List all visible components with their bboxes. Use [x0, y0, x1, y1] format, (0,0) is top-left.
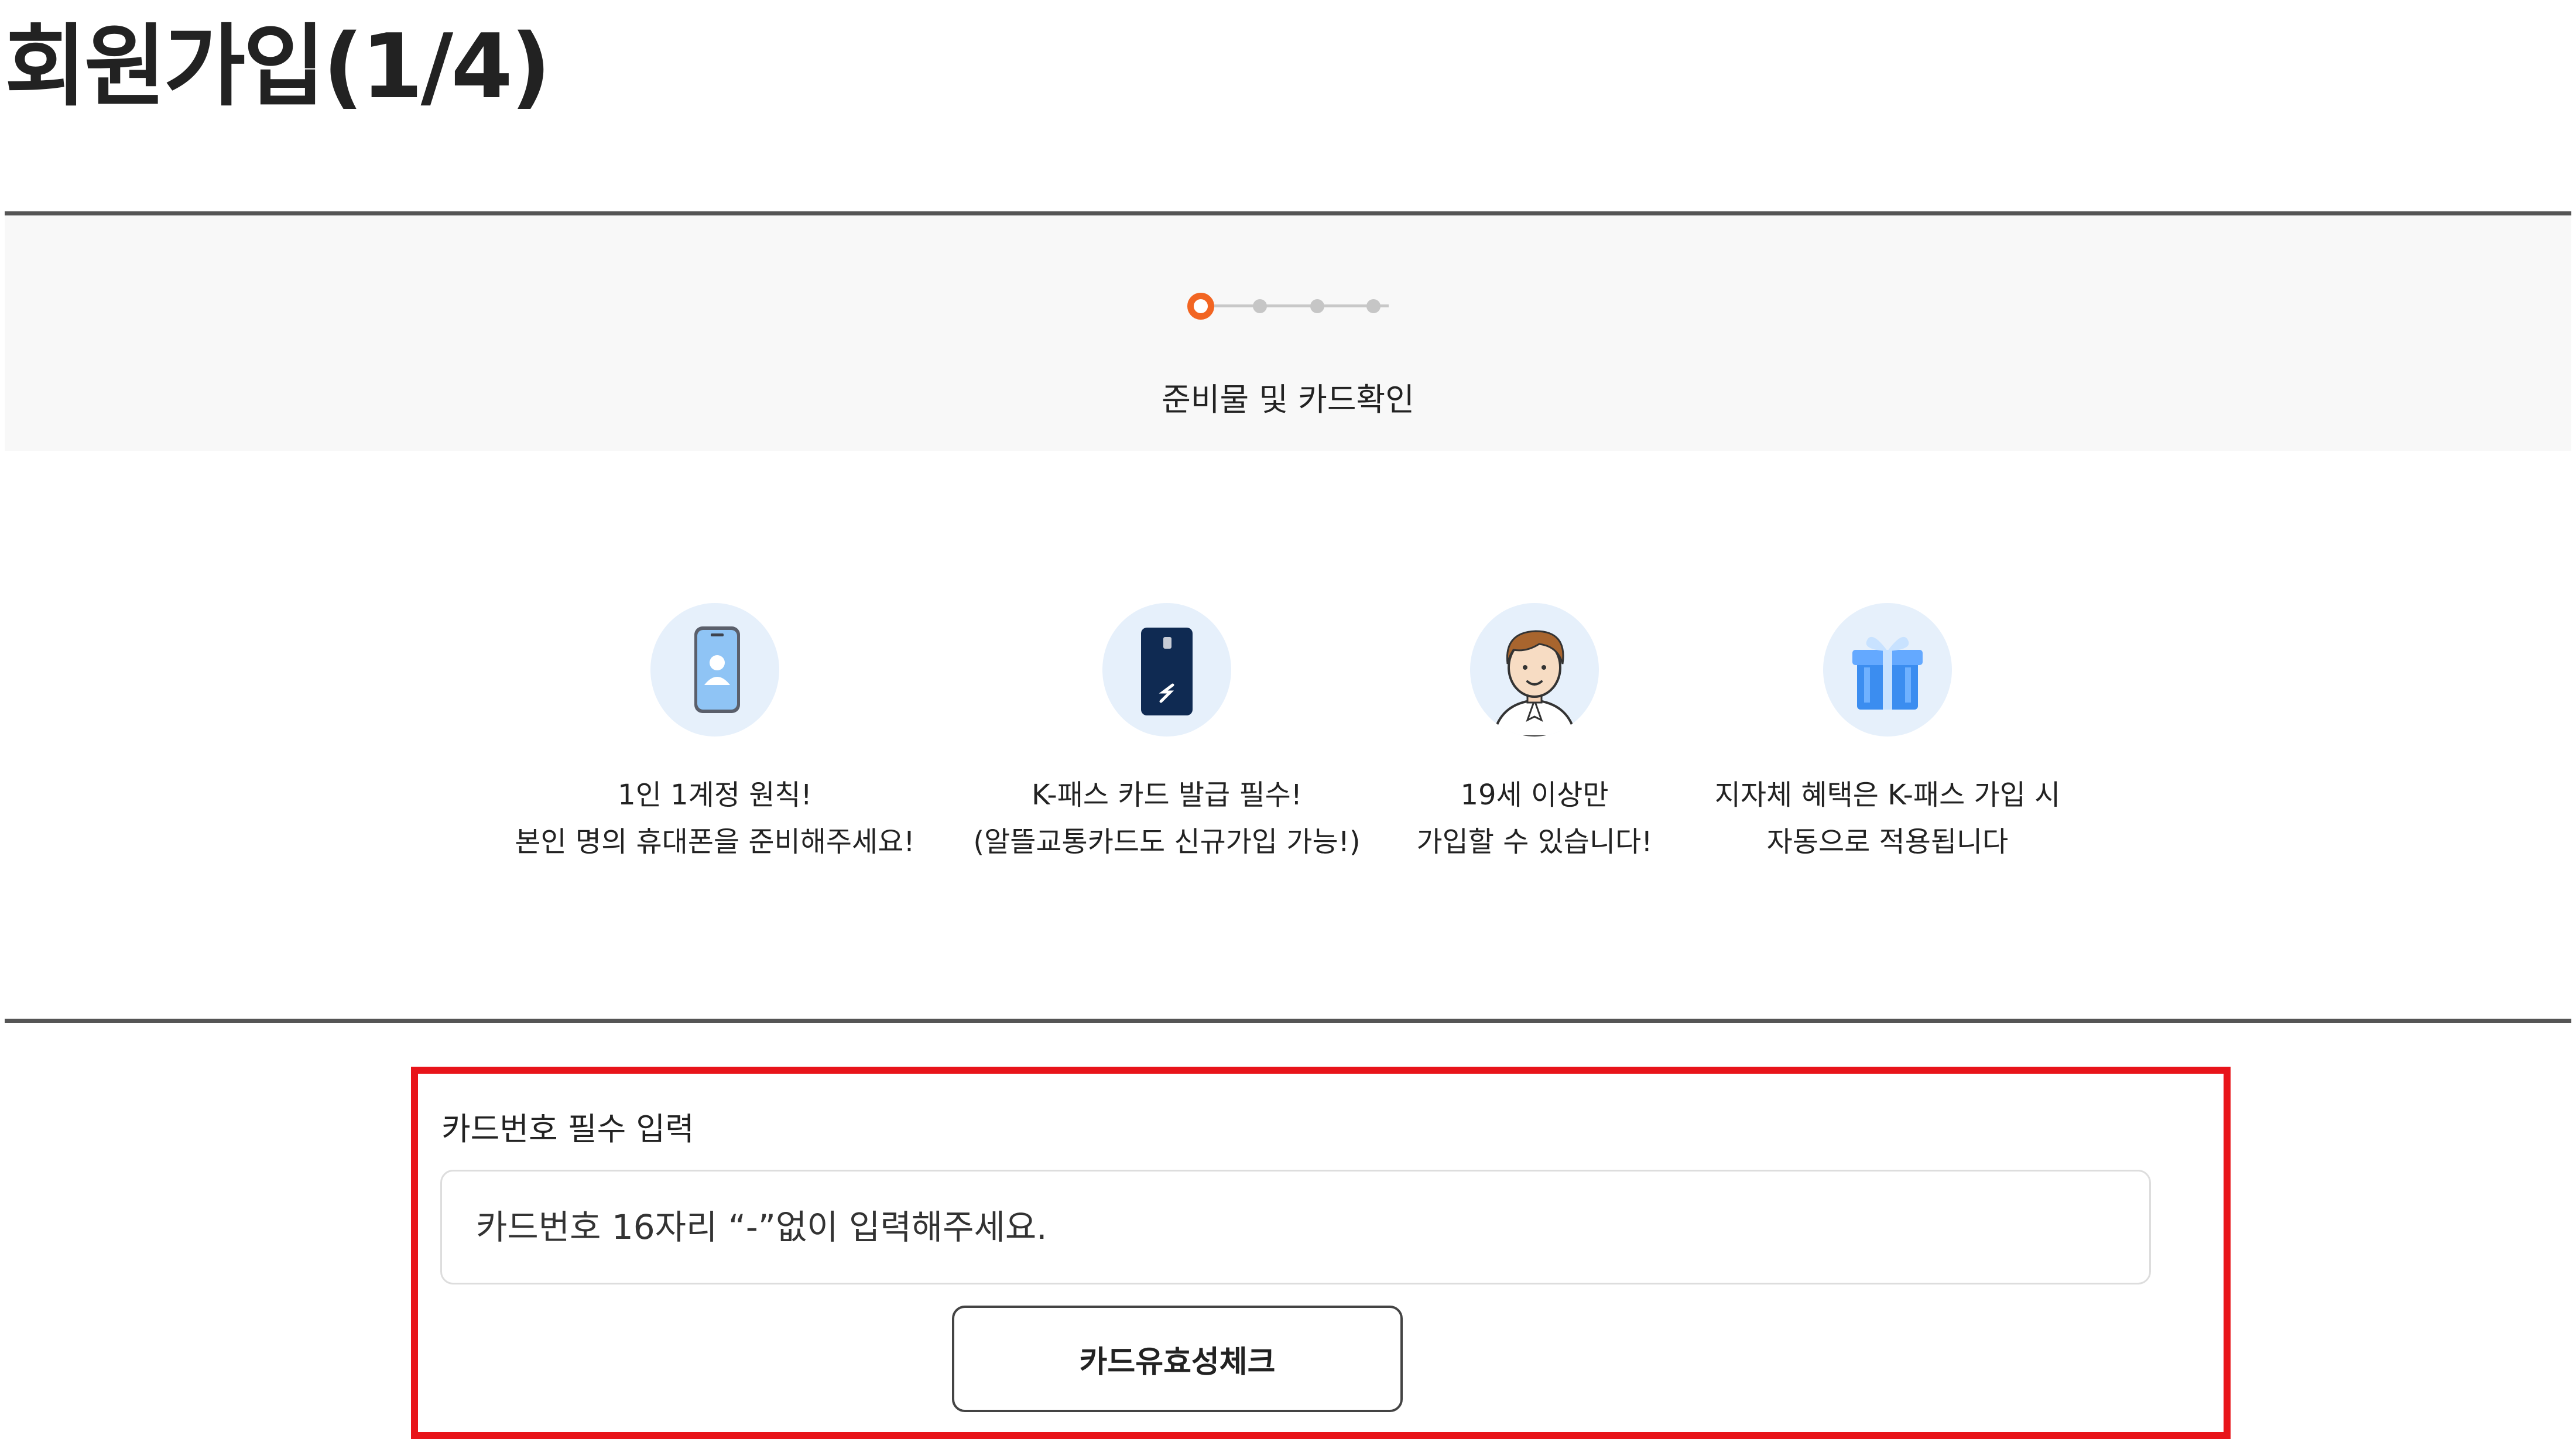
feature-text: 지자체 혜택은 K-패스 가입 시 자동으로 적용됩니다	[1677, 772, 2098, 865]
gift-box-icon	[1823, 603, 1952, 737]
step-dot	[1366, 299, 1381, 313]
smartphone-user-icon	[650, 603, 779, 737]
feature-text: K-패스 카드 발급 필수! (알뜰교통카드도 신규가입 가능!)	[956, 772, 1378, 865]
card-number-label: 카드번호 필수 입력	[441, 1111, 694, 1147]
feature-text: 1인 1계정 원칙! 본인 명의 휴대폰을 준비해주세요!	[504, 772, 926, 865]
step-connector	[1213, 304, 1389, 307]
feature-line: (알뜰교통카드도 신규가입 가능!)	[973, 825, 1361, 858]
card-number-form: 카드번호 필수 입력 카드유효성체크	[411, 1067, 2231, 1439]
k-pass-card-icon	[1102, 603, 1231, 737]
feature-line: 1인 1계정 원칙!	[618, 779, 812, 811]
adult-person-icon	[1470, 603, 1599, 737]
signup-page: 회원가입(1/4) 준비물 및 카드확인 1인 1계정 원칙! 본인 명의 휴대…	[0, 0, 2576, 1449]
title-divider	[5, 211, 2571, 215]
step-indicator	[1187, 292, 1389, 321]
feature-line: 지자체 혜택은 K-패스 가입 시	[1714, 779, 2061, 811]
step-dot	[1310, 299, 1324, 313]
section-divider	[5, 1019, 2571, 1023]
step-dot	[1253, 299, 1267, 313]
card-number-input[interactable]	[440, 1170, 2151, 1284]
feature-item: 1인 1계정 원칙! 본인 명의 휴대폰을 준비해주세요!	[504, 603, 926, 865]
step-label: 준비물 및 카드확인	[1162, 381, 1414, 418]
feature-line: 본인 명의 휴대폰을 준비해주세요!	[515, 825, 915, 858]
page-title: 회원가입(1/4)	[5, 15, 551, 118]
card-validity-check-button[interactable]: 카드유효성체크	[952, 1306, 1403, 1412]
feature-line: K-패스 카드 발급 필수!	[1031, 779, 1303, 811]
feature-item: K-패스 카드 발급 필수! (알뜰교통카드도 신규가입 가능!)	[956, 603, 1378, 865]
feature-item: 지자체 혜택은 K-패스 가입 시 자동으로 적용됩니다	[1677, 603, 2098, 865]
feature-line: 자동으로 적용됩니다	[1766, 825, 2009, 858]
step-dot-current	[1187, 293, 1214, 320]
